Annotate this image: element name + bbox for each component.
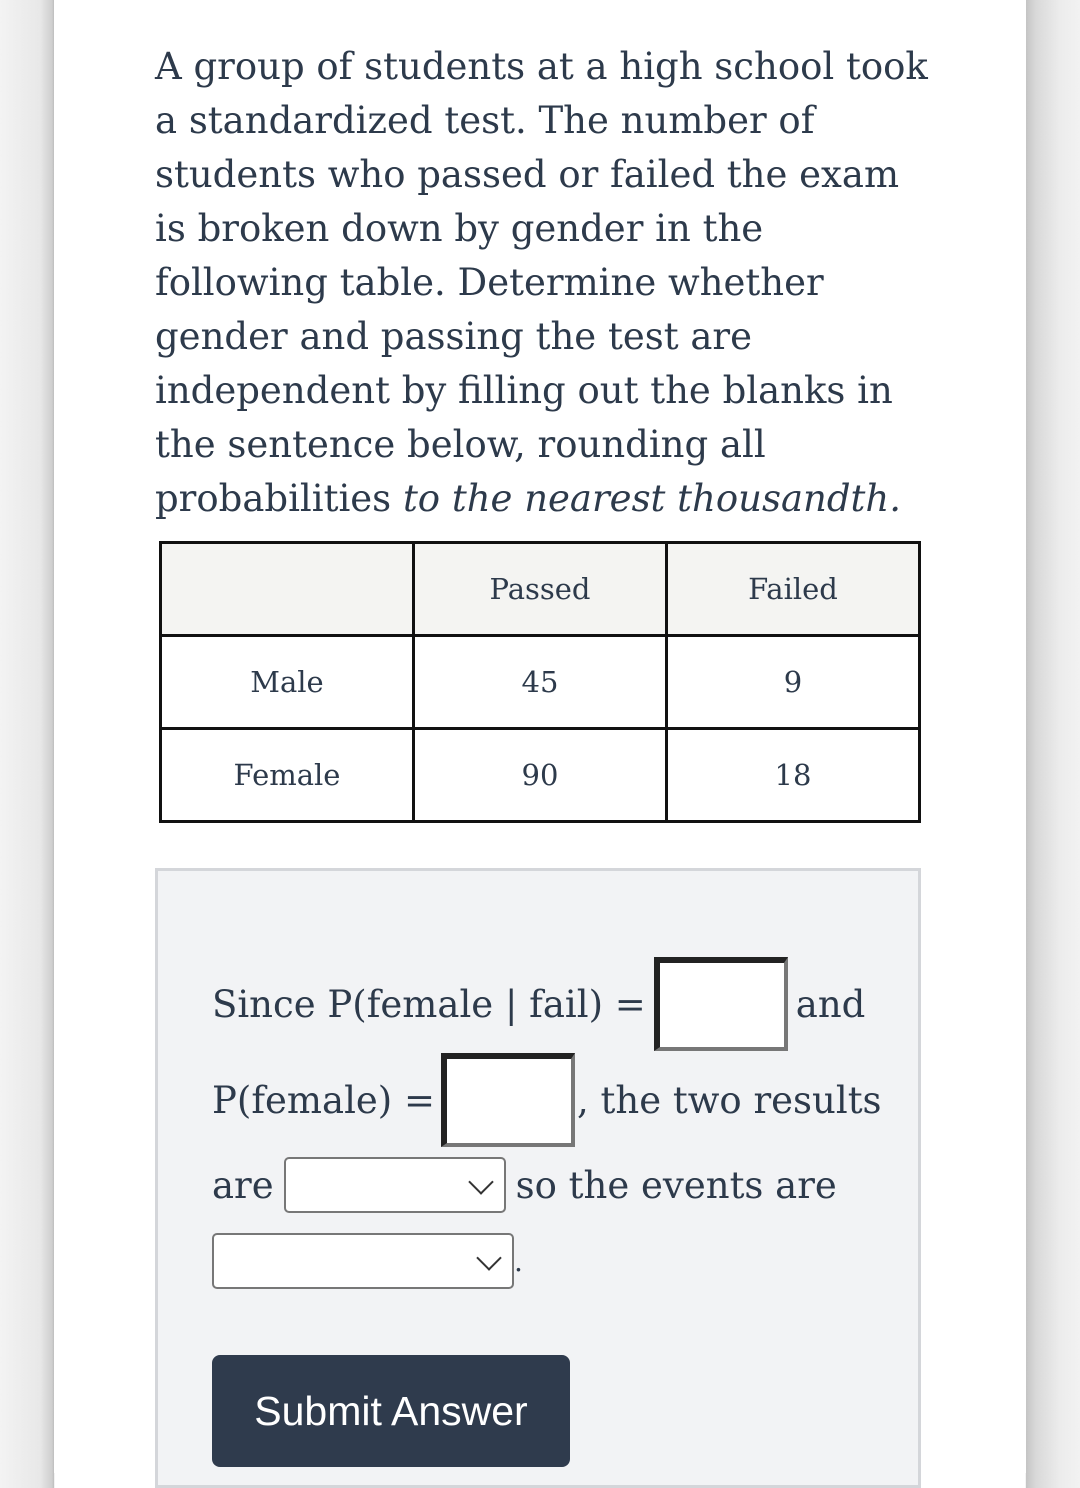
data-table: Passed Failed Male 45 9 Female 90 18: [159, 541, 921, 823]
question-main: A group of students at a high school too…: [155, 45, 928, 520]
table-row: Male 45 9: [159, 634, 921, 730]
header-cell-failed: Failed: [665, 541, 921, 637]
row-label-female: Female: [159, 727, 415, 823]
chevron-down-icon: [476, 1245, 502, 1271]
line1-prefix: Since P(female | fail) =: [212, 982, 646, 1026]
header-cell-passed: Passed: [412, 541, 668, 637]
results-comparison-select[interactable]: [283, 1157, 506, 1213]
p-female-given-fail-input[interactable]: [653, 957, 788, 1051]
line3-suffix: so the events are: [515, 1163, 837, 1207]
p-female-input[interactable]: [441, 1053, 575, 1147]
header-cell-empty: [159, 541, 415, 637]
line2-prefix: P(female) =: [212, 1078, 435, 1122]
line2-suffix: , the two results: [577, 1078, 882, 1122]
table-header-row: Passed Failed: [159, 541, 921, 637]
cell-female-passed: 90: [412, 727, 668, 823]
submit-answer-button[interactable]: Submit Answer: [212, 1355, 570, 1467]
page: A group of students at a high school too…: [54, 0, 1026, 1488]
chevron-down-icon: [467, 1169, 494, 1195]
events-independence-select[interactable]: [212, 1233, 514, 1289]
row-label-male: Male: [159, 634, 415, 730]
question-emphasis: to the nearest thousandth.: [402, 477, 902, 520]
table-row: Female 90 18: [159, 727, 921, 823]
answer-line-1: Since P(female | fail) = and: [212, 957, 865, 1051]
line4-suffix: .: [514, 1244, 523, 1278]
answer-line-3: are so the events are: [212, 1157, 837, 1213]
answer-panel: Since P(female | fail) = and P(female) =…: [155, 868, 921, 1488]
answer-line-4: .: [212, 1233, 523, 1289]
answer-line-2: P(female) = , the two results: [212, 1053, 882, 1147]
line3-prefix: are: [212, 1163, 274, 1207]
question-text: A group of students at a high school too…: [155, 40, 935, 526]
cell-female-failed: 18: [665, 727, 921, 823]
cell-male-passed: 45: [412, 634, 668, 730]
line1-suffix: and: [795, 982, 866, 1026]
cell-male-failed: 9: [665, 634, 921, 730]
